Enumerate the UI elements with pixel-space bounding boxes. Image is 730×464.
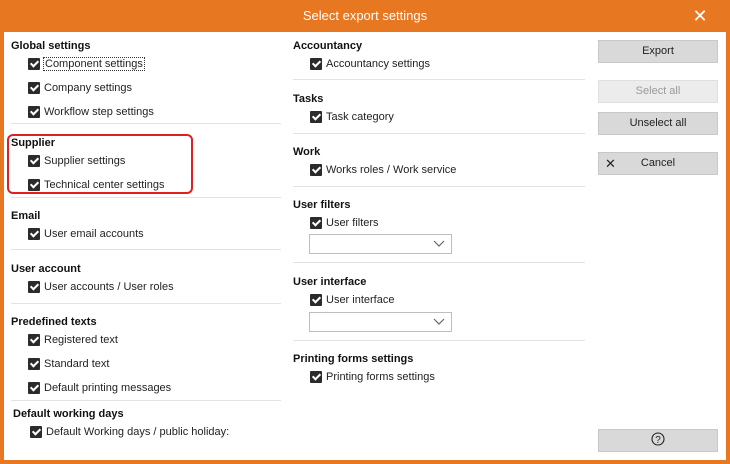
divider <box>293 186 585 187</box>
checkbox-printing-forms-settings[interactable]: Printing forms settings <box>310 369 435 385</box>
dialog-body: Global settings Component settings Compa… <box>4 32 726 460</box>
checkbox-checked-icon[interactable] <box>310 164 322 176</box>
section-title-global-settings: Global settings <box>11 40 91 52</box>
checkbox-standard-text[interactable]: Standard text <box>28 356 109 372</box>
checkbox-label: Works roles / Work service <box>326 164 457 176</box>
checkbox-component-settings[interactable]: Component settings <box>28 56 145 72</box>
section-title-user-account: User account <box>11 263 81 275</box>
divider <box>293 262 585 263</box>
user-filters-dropdown[interactable] <box>309 234 452 254</box>
chevron-down-icon <box>433 318 445 325</box>
checkbox-label: Supplier settings <box>44 155 126 167</box>
divider <box>11 400 281 401</box>
checkbox-company-settings[interactable]: Company settings <box>28 80 132 96</box>
section-title-tasks: Tasks <box>293 93 324 105</box>
divider <box>293 340 585 341</box>
checkbox-task-category[interactable]: Task category <box>310 109 394 125</box>
cancel-button[interactable]: ✕ Cancel <box>598 152 718 175</box>
checkbox-label: User interface <box>326 294 395 306</box>
select-all-button[interactable]: Select all <box>598 80 718 103</box>
export-settings-dialog: Select export settings ✕ Global settings… <box>0 0 730 464</box>
dialog-title: Select export settings <box>302 8 428 23</box>
checkbox-workflow-step-settings[interactable]: Workflow step settings <box>28 104 154 120</box>
checkbox-label: Workflow step settings <box>44 106 154 118</box>
checkbox-checked-icon[interactable] <box>28 106 40 118</box>
checkbox-checked-icon[interactable] <box>28 334 40 346</box>
divider <box>11 303 281 304</box>
checkbox-registered-text[interactable]: Registered text <box>28 332 118 348</box>
checkbox-user-email-accounts[interactable]: User email accounts <box>28 226 144 242</box>
section-title-default-working-days: Default working days <box>13 408 124 420</box>
divider <box>11 123 281 124</box>
checkbox-user-accounts-roles[interactable]: User accounts / User roles <box>28 279 174 295</box>
checkbox-label: User filters <box>326 217 379 229</box>
checkbox-checked-icon[interactable] <box>28 179 40 191</box>
checkbox-checked-icon[interactable] <box>310 111 322 123</box>
checkbox-checked-icon[interactable] <box>28 155 40 167</box>
divider <box>293 133 585 134</box>
checkbox-checked-icon[interactable] <box>28 358 40 370</box>
section-title-work: Work <box>293 146 321 158</box>
checkbox-label: Accountancy settings <box>326 58 430 70</box>
checkbox-checked-icon[interactable] <box>28 58 40 70</box>
section-title-user-filters: User filters <box>293 199 351 211</box>
checkbox-checked-icon[interactable] <box>310 217 322 229</box>
checkbox-checked-icon[interactable] <box>28 82 40 94</box>
section-title-printing-forms-settings: Printing forms settings <box>293 353 414 365</box>
checkbox-supplier-settings[interactable]: Supplier settings <box>28 153 125 169</box>
checkbox-checked-icon[interactable] <box>28 281 40 293</box>
section-title-supplier: Supplier <box>11 137 56 149</box>
checkbox-accountancy-settings[interactable]: Accountancy settings <box>310 56 430 72</box>
checkbox-default-working-days[interactable]: Default Working days / public holiday: <box>30 424 233 440</box>
divider <box>11 249 281 250</box>
checkbox-checked-icon[interactable] <box>310 294 322 306</box>
divider <box>293 79 585 80</box>
checkbox-technical-center-settings[interactable]: Technical center settings <box>28 177 164 193</box>
checkbox-checked-icon[interactable] <box>310 58 322 70</box>
checkbox-label: User email accounts <box>44 228 144 240</box>
unselect-all-button[interactable]: Unselect all <box>598 112 718 135</box>
checkbox-checked-icon[interactable] <box>310 371 322 383</box>
checkbox-checked-icon[interactable] <box>28 228 40 240</box>
checkbox-label: User accounts / User roles <box>44 281 174 293</box>
checkbox-label: Company settings <box>44 82 133 94</box>
checkbox-works-roles-work-service[interactable]: Works roles / Work service <box>310 162 456 178</box>
checkbox-label: Registered text <box>44 334 118 346</box>
checkbox-user-interface[interactable]: User interface <box>310 292 394 308</box>
cancel-label: Cancel <box>640 157 676 169</box>
checkbox-default-printing-messages[interactable]: Default printing messages <box>28 380 171 396</box>
section-title-predefined-texts: Predefined texts <box>11 316 97 328</box>
checkbox-user-filters[interactable]: User filters <box>310 215 379 231</box>
checkbox-label: Printing forms settings <box>326 371 435 383</box>
section-title-user-interface: User interface <box>293 276 367 288</box>
checkbox-label: Default Working days / public holiday: <box>46 426 230 438</box>
checkbox-checked-icon[interactable] <box>30 426 42 438</box>
user-interface-dropdown[interactable] <box>309 312 452 332</box>
close-icon[interactable]: ✕ <box>690 6 710 26</box>
section-title-accountancy: Accountancy <box>293 40 363 52</box>
checkbox-label: Standard text <box>44 358 110 370</box>
checkbox-label: Component settings <box>43 57 145 71</box>
help-label: ? <box>655 435 661 446</box>
checkbox-label: Technical center settings <box>44 179 165 191</box>
help-button[interactable]: ? <box>598 429 718 452</box>
divider <box>11 197 281 198</box>
section-title-email: Email <box>11 210 41 222</box>
export-button[interactable]: Export <box>598 40 718 63</box>
close-icon: ✕ <box>605 156 616 171</box>
checkbox-label: Default printing messages <box>44 382 172 394</box>
title-bar: Select export settings ✕ <box>0 0 730 32</box>
chevron-down-icon <box>433 240 445 247</box>
checkbox-label: Task category <box>326 111 394 123</box>
checkbox-checked-icon[interactable] <box>28 382 40 394</box>
